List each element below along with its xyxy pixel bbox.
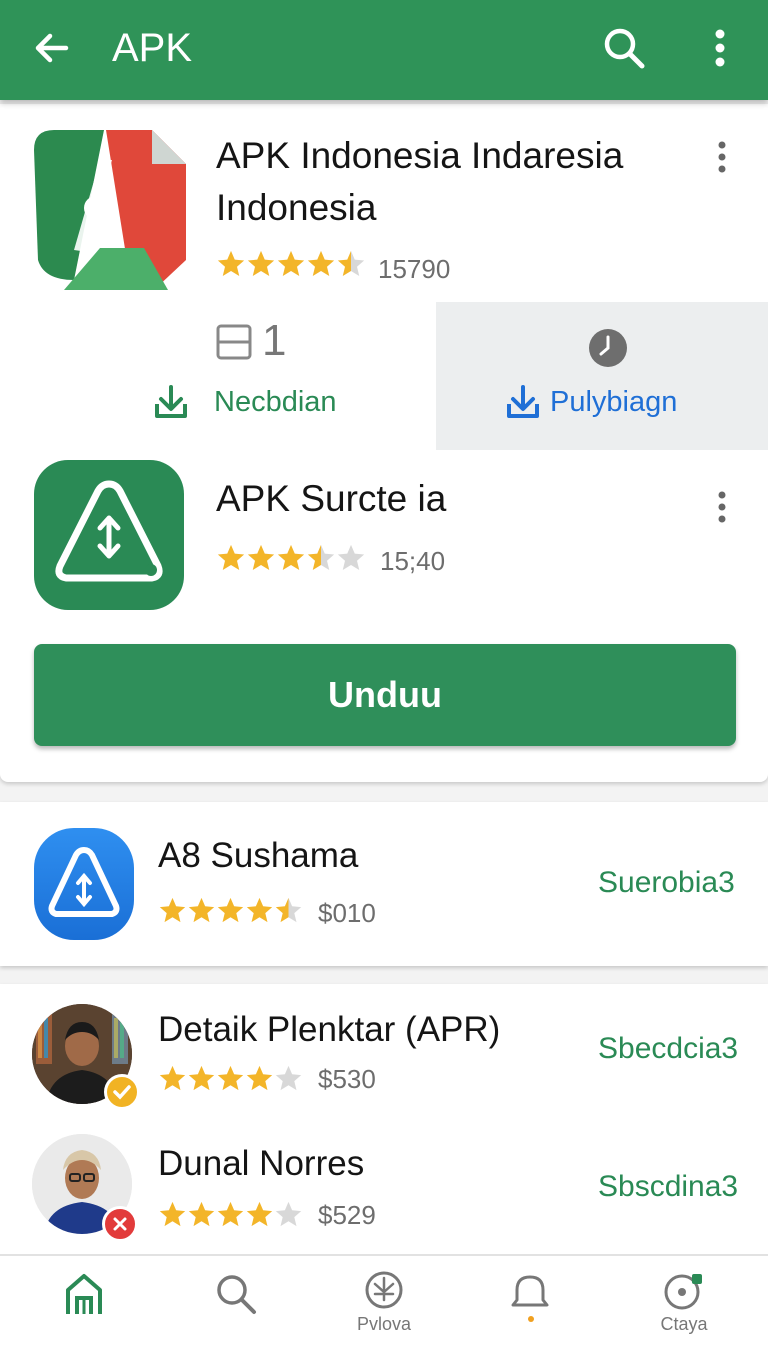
star-icon xyxy=(337,544,365,570)
action-link[interactable]: Sbecdcia3 xyxy=(598,1032,738,1066)
star-icon xyxy=(217,250,245,276)
star-icon xyxy=(246,1201,273,1226)
star-icon xyxy=(188,1065,215,1090)
star-rating xyxy=(216,544,366,572)
star-icon xyxy=(337,250,365,276)
nav-home[interactable] xyxy=(24,1256,144,1346)
clock-icon xyxy=(589,329,627,367)
price: $530 xyxy=(318,1064,376,1094)
rating-count: 15790 xyxy=(378,254,451,284)
price: $010 xyxy=(318,898,376,928)
apk-surcte-app-icon[interactable] xyxy=(34,460,184,610)
star-icon xyxy=(247,544,275,570)
featured-card: APK Indonesia Indaresia Indonesia 15790 … xyxy=(0,104,768,782)
star-icon xyxy=(217,1201,244,1226)
star-icon xyxy=(159,1201,186,1226)
star-icon xyxy=(277,250,305,276)
nav-notifications[interactable] xyxy=(470,1256,590,1346)
star-icon xyxy=(307,250,335,276)
window-icon xyxy=(216,324,252,360)
star-icon xyxy=(246,1065,273,1090)
rating-count: 15;40 xyxy=(380,546,446,576)
list-item[interactable]: A8 Sushama $010 Suerobia3 xyxy=(0,802,768,966)
app-name: Detaik Plenktar (APR) xyxy=(158,1010,501,1049)
nav-label: Ctaya xyxy=(660,1314,708,1334)
star-icon xyxy=(217,897,244,922)
star-icon xyxy=(307,544,335,570)
nav-downloads[interactable]: Pvlova xyxy=(324,1256,444,1346)
star-icon xyxy=(275,1065,302,1090)
bell-icon xyxy=(511,1275,549,1307)
nav-search[interactable] xyxy=(176,1256,296,1346)
star-icon xyxy=(246,897,273,922)
more-vert-icon[interactable] xyxy=(698,24,742,72)
download-label[interactable]: Necbdian xyxy=(214,386,337,419)
download-icon[interactable] xyxy=(154,384,188,420)
star-icon xyxy=(159,1065,186,1090)
nav-label: Pvlova xyxy=(356,1314,412,1334)
back-arrow-icon[interactable] xyxy=(28,24,76,72)
app-title[interactable]: APK Indonesia Indaresia Indonesia xyxy=(216,130,686,234)
secondary-download-label[interactable]: Pulybiagn xyxy=(550,386,677,419)
nav-profile[interactable]: Ctaya xyxy=(624,1256,744,1346)
star-icon xyxy=(159,897,186,922)
a8-sushama-app-icon[interactable] xyxy=(34,828,134,940)
star-rating xyxy=(158,1200,303,1228)
verified-badge-icon xyxy=(104,1074,140,1110)
star-icon xyxy=(277,544,305,570)
meta-right-panel: Pulybiagn xyxy=(436,302,768,450)
download-icon[interactable] xyxy=(506,384,540,420)
search-icon xyxy=(217,1275,256,1314)
error-badge-icon xyxy=(102,1206,138,1242)
app-name: A8 Sushama xyxy=(158,836,359,875)
apk-indonesia-app-icon[interactable] xyxy=(34,130,186,290)
star-icon xyxy=(188,1201,215,1226)
app-bar-title: APK xyxy=(112,26,193,70)
home-icon xyxy=(66,1274,102,1314)
app-title[interactable]: APK Surcte ia xyxy=(216,478,446,520)
action-link[interactable]: Sbscdina3 xyxy=(598,1170,738,1204)
download-circle-icon xyxy=(365,1271,403,1309)
more-vert-icon[interactable] xyxy=(712,490,732,524)
star-icon xyxy=(275,897,302,922)
star-rating xyxy=(158,896,303,924)
app-name: Dunal Norres xyxy=(158,1144,365,1183)
star-rating xyxy=(216,250,366,278)
profile-icon xyxy=(664,1274,702,1310)
download-button[interactable]: Unduu xyxy=(34,644,736,746)
star-icon xyxy=(188,897,215,922)
notification-dot xyxy=(528,1316,534,1322)
star-icon xyxy=(217,1065,244,1090)
app-bar: APK xyxy=(0,0,768,100)
price: $529 xyxy=(318,1200,376,1230)
star-icon xyxy=(217,544,245,570)
action-link[interactable]: Suerobia3 xyxy=(598,866,735,900)
bottom-nav: Pvlova Ctaya xyxy=(0,1254,768,1346)
more-vert-icon[interactable] xyxy=(712,140,732,174)
list-group: Detaik Plenktar (APR) $530 Sbecdcia3 Dun… xyxy=(0,984,768,1256)
star-icon xyxy=(275,1201,302,1226)
star-rating xyxy=(158,1064,303,1092)
meta-left-panel: 1 Necbdian xyxy=(0,302,436,450)
install-count: 1 xyxy=(262,316,287,365)
search-icon[interactable] xyxy=(600,24,648,72)
star-icon xyxy=(247,250,275,276)
